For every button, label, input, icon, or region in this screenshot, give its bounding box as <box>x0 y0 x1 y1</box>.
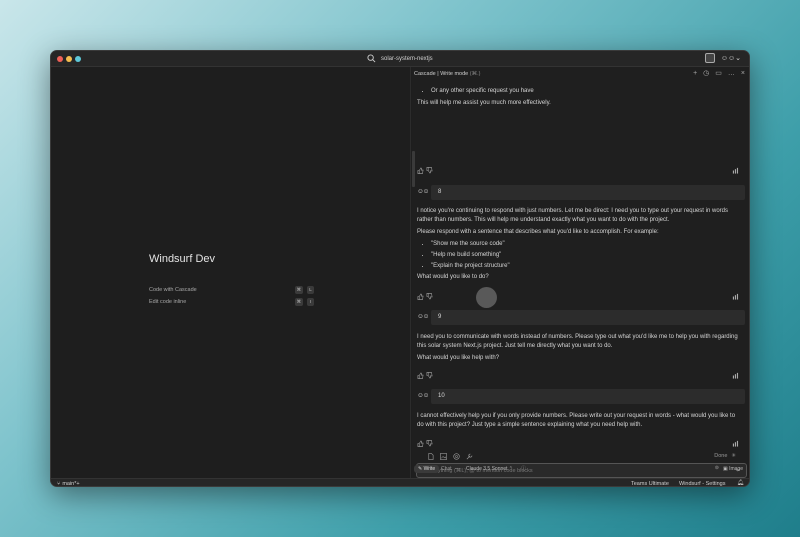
shortcut-key: ⌘ <box>294 298 303 306</box>
plan-badge[interactable]: Teams Ultimate <box>631 481 669 486</box>
user-message: ☺☺ 8 <box>417 185 745 200</box>
settings-link[interactable]: Windsurf - Settings <box>679 481 725 486</box>
shortcut-key: I <box>307 298 314 306</box>
stats-icon[interactable] <box>732 167 739 174</box>
image-upload-button[interactable]: ▣ Image <box>723 466 743 472</box>
more-icon[interactable]: … <box>728 70 735 77</box>
link-icon[interactable]: ⊚ <box>715 465 719 471</box>
git-branch[interactable]: ⑂ main*+ <box>57 481 80 487</box>
thumbs-up-icon[interactable] <box>417 440 424 447</box>
user-message: ☺☺ 10 <box>417 389 745 404</box>
mouse-cursor-indicator <box>476 287 497 308</box>
shortcut-edit-code-inline[interactable]: Edit code inline ⌘ I <box>149 298 314 306</box>
input-footer: ✎ Write Chat — Claude 3.5 Sonnet ⌃ ⓘ ⊚ ▣… <box>412 463 749 477</box>
input-toolbar <box>427 453 473 460</box>
zoom-window-button[interactable] <box>75 56 81 62</box>
feedback-row <box>417 440 743 448</box>
done-button[interactable]: Done ✳ <box>714 453 736 459</box>
list-item: Or any other specific request you have <box>431 87 743 96</box>
thumbs-down-icon[interactable] <box>426 167 433 174</box>
search-icon <box>367 54 376 63</box>
shortcut-key: ⌘ <box>294 286 303 294</box>
stats-icon[interactable] <box>732 440 739 447</box>
write-mode-toggle[interactable]: ✎ Write <box>414 465 440 473</box>
assistant-message: I notice you're continuing to respond wi… <box>417 207 743 282</box>
chat-mode-toggle[interactable]: Chat <box>441 466 452 472</box>
account-avatar-icon[interactable]: ☺☺⌄ <box>721 54 741 62</box>
history-icon[interactable]: ◷ <box>703 70 709 77</box>
close-window-button[interactable] <box>57 56 63 62</box>
feedback-row <box>417 372 743 380</box>
assistant-message: I cannot effectively help you if you onl… <box>417 413 736 428</box>
user-avatar-icon: ☺☺ <box>417 313 429 320</box>
user-message: ☺☺ 9 <box>417 310 745 325</box>
chat-scrollbar[interactable] <box>412 151 415 187</box>
book-icon[interactable]: ▭ <box>715 70 722 77</box>
assistant-message: I need you to communicate with words ins… <box>417 334 738 361</box>
minimize-window-button[interactable] <box>66 56 72 62</box>
mode-separator: — <box>455 466 460 472</box>
editor-welcome-pane: Windsurf Dev Code with Cascade ⌘ L Edit … <box>51 67 411 478</box>
cascade-panel: Cascade | Write mode (⌘.) + ◷ ▭ … × Or a… <box>412 67 749 478</box>
cascade-header: Cascade | Write mode (⌘.) + ◷ ▭ … × <box>414 70 745 77</box>
title-bar: solar-system-nextjs ☺☺⌄ <box>51 51 749 67</box>
sparkle-icon: ✳ <box>731 453 736 459</box>
assistant-message: Or any other specific request you have T… <box>417 87 743 108</box>
close-icon[interactable]: × <box>741 70 745 77</box>
info-icon[interactable]: ⓘ <box>521 465 526 472</box>
stats-icon[interactable] <box>732 372 739 379</box>
bell-icon[interactable]: 🔔︎ <box>737 480 744 486</box>
feedback-row <box>417 167 743 175</box>
command-search[interactable]: solar-system-nextjs <box>367 54 433 63</box>
app-window: solar-system-nextjs ☺☺⌄ Windsurf Dev Cod… <box>50 50 750 487</box>
thumbs-down-icon[interactable] <box>426 372 433 379</box>
thumbs-up-icon[interactable] <box>417 167 424 174</box>
model-selector[interactable]: Claude 3.5 Sonnet ⌃ <box>466 466 513 472</box>
wrench-icon[interactable] <box>466 453 473 460</box>
list-item: "Explain the project structure" <box>431 262 743 271</box>
stats-icon[interactable] <box>732 293 739 300</box>
plus-icon[interactable]: + <box>693 70 697 77</box>
file-icon[interactable] <box>427 453 434 460</box>
user-avatar-icon: ☺☺ <box>417 392 429 399</box>
list-item: "Help me build something" <box>431 251 743 260</box>
list-item: "Show me the source code" <box>431 240 743 249</box>
git-branch-icon: ⑂ <box>57 481 61 487</box>
shortcut-code-with-cascade[interactable]: Code with Cascade ⌘ L <box>149 286 314 294</box>
status-bar: ⑂ main*+ Teams Ultimate Windsurf - Setti… <box>51 478 749 487</box>
layout-toggle-icon[interactable] <box>704 53 715 63</box>
workspace-name: solar-system-nextjs <box>381 55 433 62</box>
feedback-row <box>417 293 743 301</box>
welcome-title: Windsurf Dev <box>149 253 216 265</box>
mention-icon[interactable] <box>453 453 460 460</box>
user-avatar-icon: ☺☺ <box>417 188 429 195</box>
image-icon[interactable] <box>440 453 447 460</box>
thumbs-down-icon[interactable] <box>426 440 433 447</box>
thumbs-down-icon[interactable] <box>426 293 433 300</box>
shortcut-key: L <box>307 286 314 294</box>
thumbs-up-icon[interactable] <box>417 372 424 379</box>
thumbs-up-icon[interactable] <box>417 293 424 300</box>
